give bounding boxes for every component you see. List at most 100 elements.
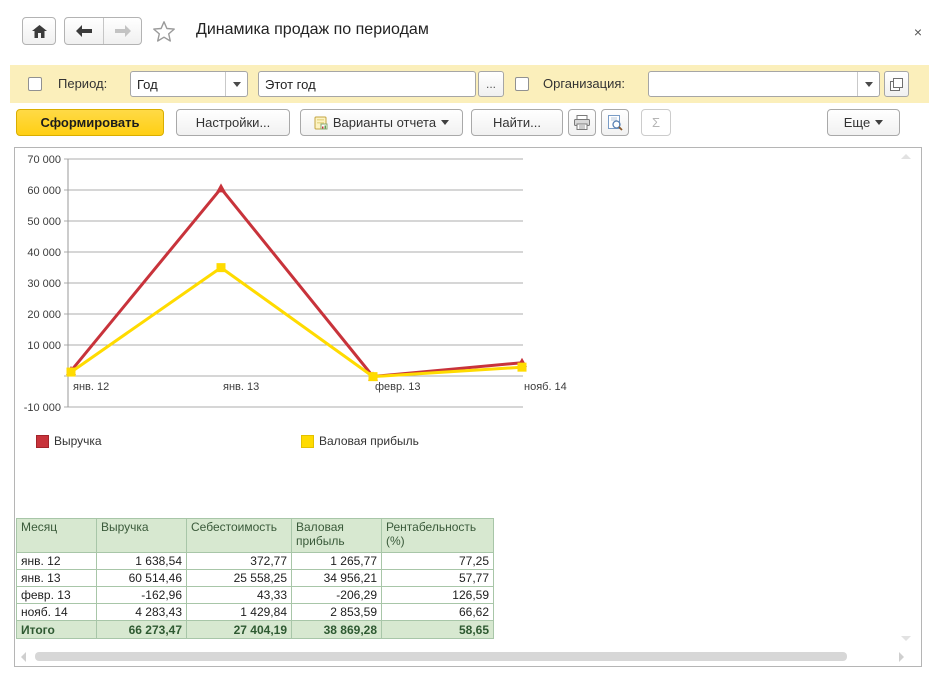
legend-label: Валовая прибыль xyxy=(319,434,419,448)
total-cell[interactable]: 38 869,28 xyxy=(292,621,382,639)
data-point-marker xyxy=(216,183,226,192)
sigma-icon: Σ xyxy=(652,115,660,130)
page-title: Динамика продаж по периодам xyxy=(196,21,429,39)
table-cell[interactable]: февр. 13 xyxy=(17,587,97,604)
column-header[interactable]: Себестоимость xyxy=(187,519,292,553)
period-type-value: Год xyxy=(131,77,225,92)
column-header[interactable]: Месяц xyxy=(17,519,97,553)
sum-button: Σ xyxy=(641,109,671,136)
table-cell[interactable]: 66,62 xyxy=(382,604,494,621)
table-cell[interactable]: 60 514,46 xyxy=(97,570,187,587)
period-choose-button[interactable]: ... xyxy=(478,71,504,97)
print-preview-button[interactable] xyxy=(601,109,629,136)
period-value-input[interactable]: Этот год xyxy=(258,71,476,97)
scroll-down-icon[interactable] xyxy=(901,636,911,641)
generate-button[interactable]: Сформировать xyxy=(16,109,164,136)
settings-label: Настройки... xyxy=(196,115,271,130)
more-button[interactable]: Еще xyxy=(827,109,900,136)
y-tick-label: 70 000 xyxy=(27,154,61,166)
table-cell[interactable]: 25 558,25 xyxy=(187,570,292,587)
organization-input[interactable] xyxy=(648,71,880,97)
horizontal-scrollbar[interactable] xyxy=(35,652,847,661)
table-cell[interactable]: 1 429,84 xyxy=(187,604,292,621)
x-tick-label: нояб. 14 xyxy=(524,381,567,393)
legend-swatch xyxy=(36,435,49,448)
table-total-row: Итого66 273,4727 404,1938 869,2858,65 xyxy=(17,621,494,639)
close-icon[interactable]: × xyxy=(908,22,928,42)
total-cell[interactable]: 27 404,19 xyxy=(187,621,292,639)
find-label: Найти... xyxy=(493,115,541,130)
data-point-marker xyxy=(217,263,226,272)
table-cell[interactable]: 372,77 xyxy=(187,553,292,570)
table-cell[interactable]: 1 265,77 xyxy=(292,553,382,570)
chevron-down-icon xyxy=(441,120,449,125)
table-row: февр. 13-162,9643,33-206,29126,59 xyxy=(17,587,494,604)
report-variants-button[interactable]: Варианты отчета xyxy=(300,109,463,136)
print-button[interactable] xyxy=(568,109,596,136)
scroll-right-icon[interactable] xyxy=(899,652,904,662)
window-header: Динамика продаж по периодам × xyxy=(0,0,939,62)
scroll-up-icon[interactable] xyxy=(901,154,911,159)
x-tick-label: янв. 12 xyxy=(73,381,109,393)
period-type-dropdown[interactable] xyxy=(225,72,247,96)
period-type-select[interactable]: Год xyxy=(130,71,248,97)
forward-arrow-icon xyxy=(115,25,131,37)
y-tick-label: 10 000 xyxy=(27,340,61,352)
organization-dropdown[interactable] xyxy=(857,72,879,96)
period-checkbox[interactable] xyxy=(28,77,42,91)
period-label: Период: xyxy=(58,76,107,91)
table-cell[interactable]: янв. 13 xyxy=(17,570,97,587)
report-document-area: 70 00060 00050 00040 00030 00020 00010 0… xyxy=(14,147,922,667)
home-button[interactable] xyxy=(22,17,56,45)
data-point-marker xyxy=(67,368,76,377)
table-cell[interactable]: 126,59 xyxy=(382,587,494,604)
table-cell[interactable]: -206,29 xyxy=(292,587,382,604)
column-header[interactable]: Выручка xyxy=(97,519,187,553)
table-header-row: МесяцВыручкаСебестоимостьВаловая прибыль… xyxy=(17,519,494,553)
table-cell[interactable]: 1 638,54 xyxy=(97,553,187,570)
x-tick-label: янв. 13 xyxy=(223,381,259,393)
organization-label: Организация: xyxy=(543,76,625,91)
settings-button[interactable]: Настройки... xyxy=(176,109,290,136)
home-icon xyxy=(32,25,47,38)
table-cell[interactable]: -162,96 xyxy=(97,587,187,604)
data-point-marker xyxy=(369,372,378,381)
find-button[interactable]: Найти... xyxy=(471,109,563,136)
y-tick-label: -10 000 xyxy=(24,402,61,414)
report-table: МесяцВыручкаСебестоимостьВаловая прибыль… xyxy=(16,518,494,639)
y-tick-label: 60 000 xyxy=(27,185,61,197)
table-cell[interactable]: 43,33 xyxy=(187,587,292,604)
total-cell[interactable]: 66 273,47 xyxy=(97,621,187,639)
column-header[interactable]: Валовая прибыль xyxy=(292,519,382,553)
history-nav xyxy=(64,17,142,45)
favorite-star-icon[interactable] xyxy=(152,20,176,43)
back-arrow-icon xyxy=(76,25,92,37)
organization-checkbox[interactable] xyxy=(515,77,529,91)
filter-panel: Период: Год Этот год ... Организация: xyxy=(10,65,929,103)
table-cell[interactable]: нояб. 14 xyxy=(17,604,97,621)
total-cell[interactable]: Итого xyxy=(17,621,97,639)
table-cell[interactable]: 57,77 xyxy=(382,570,494,587)
table-cell[interactable]: 2 853,59 xyxy=(292,604,382,621)
chevron-down-icon xyxy=(233,82,241,87)
table-row: янв. 121 638,54372,771 265,7777,25 xyxy=(17,553,494,570)
series-line xyxy=(71,188,522,376)
back-button[interactable] xyxy=(65,18,103,44)
organization-open-button[interactable] xyxy=(884,71,909,97)
forward-button[interactable] xyxy=(103,18,141,44)
table-cell[interactable]: 77,25 xyxy=(382,553,494,570)
y-tick-label: 40 000 xyxy=(27,247,61,259)
data-point-marker xyxy=(518,363,527,372)
scroll-left-icon[interactable] xyxy=(21,652,26,662)
table-cell[interactable]: 4 283,43 xyxy=(97,604,187,621)
print-icon xyxy=(574,115,590,130)
more-label: Еще xyxy=(844,115,870,130)
table-cell[interactable]: янв. 12 xyxy=(17,553,97,570)
table-cell[interactable]: 34 956,21 xyxy=(292,570,382,587)
total-cell[interactable]: 58,65 xyxy=(382,621,494,639)
column-header[interactable]: Рентабельность (%) xyxy=(382,519,494,553)
table-row: нояб. 144 283,431 429,842 853,5966,62 xyxy=(17,604,494,621)
open-form-icon xyxy=(890,78,903,91)
table-row: янв. 1360 514,4625 558,2534 956,2157,77 xyxy=(17,570,494,587)
legend-item: Выручка xyxy=(36,434,102,448)
